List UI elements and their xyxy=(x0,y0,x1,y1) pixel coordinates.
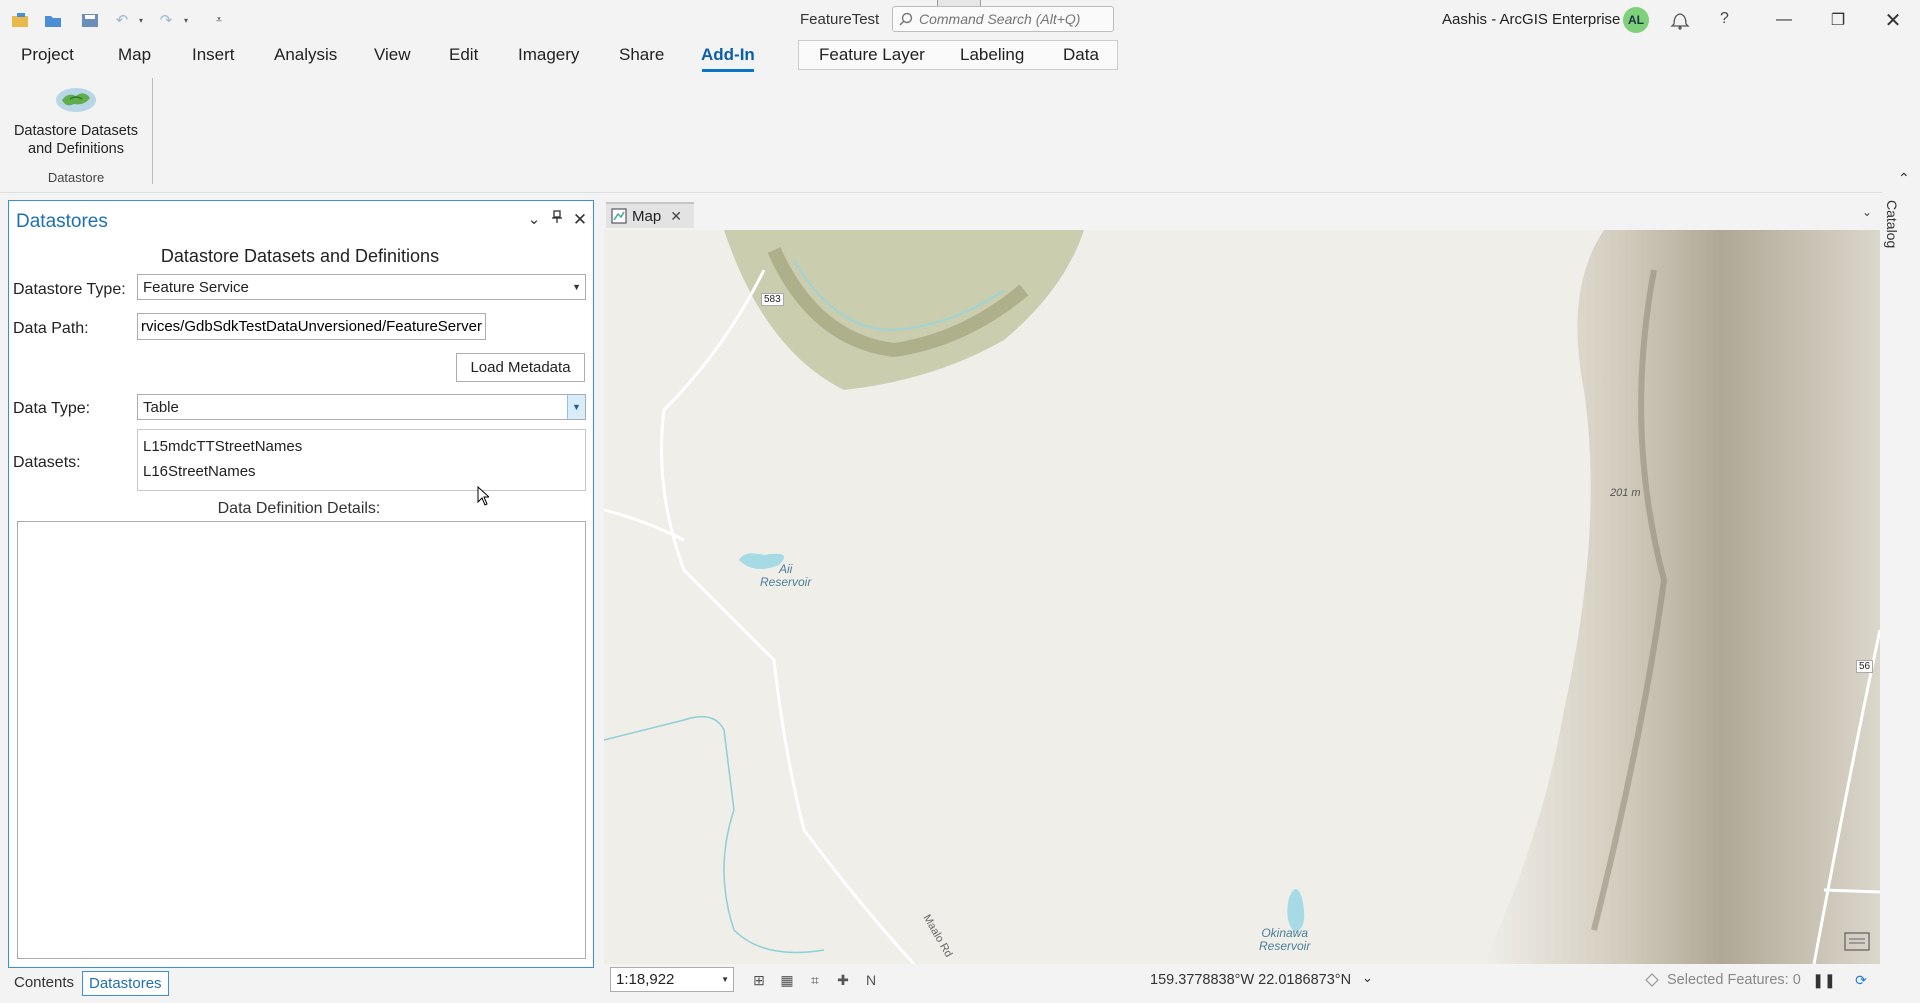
command-search-input[interactable] xyxy=(917,10,1111,28)
data-definition-details-box[interactable] xyxy=(17,521,586,959)
data-type-label: Data Type: xyxy=(13,400,91,417)
okinawa-label-line2: Reservoir xyxy=(1259,939,1311,953)
customize-toolbar-icon[interactable]: ⩡ xyxy=(209,10,229,30)
redo-dropdown-icon[interactable]: ▾ xyxy=(181,10,191,30)
search-icon xyxy=(899,12,913,26)
undo-dropdown-icon[interactable]: ▾ xyxy=(136,10,146,30)
tab-add-in[interactable]: Add-In xyxy=(701,45,755,65)
fixed-zoom-icon[interactable]: ⊞ xyxy=(748,969,770,991)
close-map-tab-icon[interactable]: ✕ xyxy=(670,208,682,225)
datastore-map-icon xyxy=(54,84,98,114)
dropdown-arrow-icon: ▼ xyxy=(567,395,585,419)
datastore-type-value: Feature Service xyxy=(143,278,249,296)
avatar[interactable]: AL xyxy=(1623,7,1649,33)
map-icon xyxy=(611,208,627,224)
button-label-line1: Datastore Datasets xyxy=(13,123,139,139)
map-tab-bar xyxy=(600,200,1880,230)
restore-icon[interactable]: ❐ xyxy=(1811,0,1865,40)
close-pane-icon[interactable]: ✕ xyxy=(571,210,589,230)
tab-contents[interactable]: Contents xyxy=(8,971,80,994)
load-metadata-button[interactable]: Load Metadata xyxy=(456,353,585,382)
document-title: FeatureTest xyxy=(800,11,880,28)
save-project-icon[interactable] xyxy=(80,10,100,30)
new-project-icon[interactable] xyxy=(10,10,30,30)
tab-analysis[interactable]: Analysis xyxy=(274,45,337,65)
tab-feature-layer[interactable]: Feature Layer xyxy=(819,45,925,65)
command-search-box[interactable] xyxy=(892,6,1114,32)
button-label-line2: and Definitions xyxy=(28,141,124,157)
ribbon-group-label: Datastore xyxy=(47,170,105,185)
map-tab-label: Map xyxy=(632,207,662,225)
pause-drawing-icon[interactable]: ❚❚ xyxy=(1812,969,1835,991)
aii-label-line2: Reservoir xyxy=(760,575,812,589)
tab-imagery[interactable]: Imagery xyxy=(518,45,579,65)
snapping-icon[interactable]: ⌗ xyxy=(804,969,826,991)
selected-features-count: Selected Features: 0 xyxy=(1667,972,1801,988)
list-item[interactable]: L16StreetNames xyxy=(143,459,580,484)
group-separator xyxy=(152,78,153,184)
list-item[interactable]: L15mdcTTStreetNames xyxy=(143,434,580,459)
close-window-icon[interactable]: ✕ xyxy=(1866,0,1920,40)
coordinates-readout: 159.3778838°W 22.0186873°N xyxy=(1150,972,1352,988)
datastore-type-label: Datastore Type: xyxy=(13,281,126,298)
pane-title: Datastores xyxy=(16,211,108,232)
pane-options-chevron-down-icon[interactable]: ⌄ xyxy=(525,210,543,228)
aii-reservoir-label: Aii Reservoir xyxy=(760,563,811,589)
tab-project[interactable]: Project xyxy=(21,45,74,65)
pane-heading: Datastore Datasets and Definitions xyxy=(160,246,440,266)
map-toc-icon[interactable] xyxy=(1844,930,1870,952)
catalog-pane-tab[interactable]: Catalog xyxy=(1884,200,1900,248)
minimize-icon[interactable]: — xyxy=(1757,0,1811,40)
catalog-side-strip xyxy=(1882,192,1920,1003)
tab-edit[interactable]: Edit xyxy=(449,45,478,65)
dropdown-arrow-icon: ▼ xyxy=(572,282,581,292)
coordinate-format-chevron-down-icon[interactable]: ⌄ xyxy=(1362,970,1373,986)
data-type-value: Table xyxy=(143,398,179,416)
refresh-icon[interactable]: ⟳ xyxy=(1850,969,1872,991)
datastore-type-dropdown[interactable]: Feature Service ▼ xyxy=(137,274,586,300)
north-arrow-icon[interactable]: N xyxy=(860,969,882,991)
notification-bell-icon[interactable] xyxy=(1670,9,1690,31)
grid-icon[interactable]: ▦ xyxy=(776,969,798,991)
open-project-icon[interactable] xyxy=(43,10,63,30)
signed-in-user[interactable]: Aashis - ArcGIS Enterprise xyxy=(1442,11,1620,28)
okinawa-reservoir-label: Okinawa Reservoir xyxy=(1259,927,1310,953)
help-icon[interactable]: ? xyxy=(1720,10,1729,28)
scale-value: 1:18,922 xyxy=(616,971,675,988)
tab-share[interactable]: Share xyxy=(619,45,664,65)
undo-icon[interactable]: ↶ xyxy=(112,10,132,30)
data-definition-label: Data Definition Details: xyxy=(217,500,381,517)
tab-view[interactable]: View xyxy=(374,45,411,65)
road-shield-583: 583 xyxy=(761,293,784,306)
dropdown-arrow-icon: ▼ xyxy=(721,975,729,984)
road-shield-56: 56 xyxy=(1856,660,1874,673)
tab-datastores[interactable]: Datastores xyxy=(82,971,169,996)
data-type-dropdown[interactable]: Table ▼ xyxy=(137,394,586,420)
tab-data[interactable]: Data xyxy=(1063,45,1099,65)
redo-icon[interactable]: ↷ xyxy=(156,10,176,30)
pin-icon[interactable] xyxy=(548,210,566,228)
ribbon-body xyxy=(0,74,1920,193)
active-tab-indicator xyxy=(702,69,754,72)
crosshair-icon[interactable]: ✚ xyxy=(832,969,854,991)
datastore-button-label: Datastore Datasets and Definitions xyxy=(8,122,144,158)
basemap-graphic xyxy=(604,230,1880,964)
map-view-tab[interactable]: Map ✕ xyxy=(606,202,694,228)
data-path-input[interactable] xyxy=(137,313,486,340)
datasets-label: Datasets: xyxy=(13,454,81,471)
map-canvas[interactable]: 583 56 Aii Reservoir Okinawa Reservoir 2… xyxy=(604,230,1880,964)
tab-map[interactable]: Map xyxy=(118,45,151,65)
collapse-ribbon-chevron-up-icon[interactable]: ⌃ xyxy=(1898,170,1910,187)
elevation-label: 201 m xyxy=(1610,487,1641,499)
tab-labeling[interactable]: Labeling xyxy=(960,45,1024,65)
data-path-label: Data Path: xyxy=(13,320,89,337)
selected-features-icon xyxy=(1644,972,1660,988)
map-tabs-chevron-down-icon[interactable]: ⌄ xyxy=(1862,205,1872,219)
datasets-list[interactable]: L15mdcTTStreetNames L16StreetNames xyxy=(137,429,586,491)
tab-insert[interactable]: Insert xyxy=(192,45,235,65)
scale-dropdown[interactable]: 1:18,922 ▼ xyxy=(610,967,734,992)
